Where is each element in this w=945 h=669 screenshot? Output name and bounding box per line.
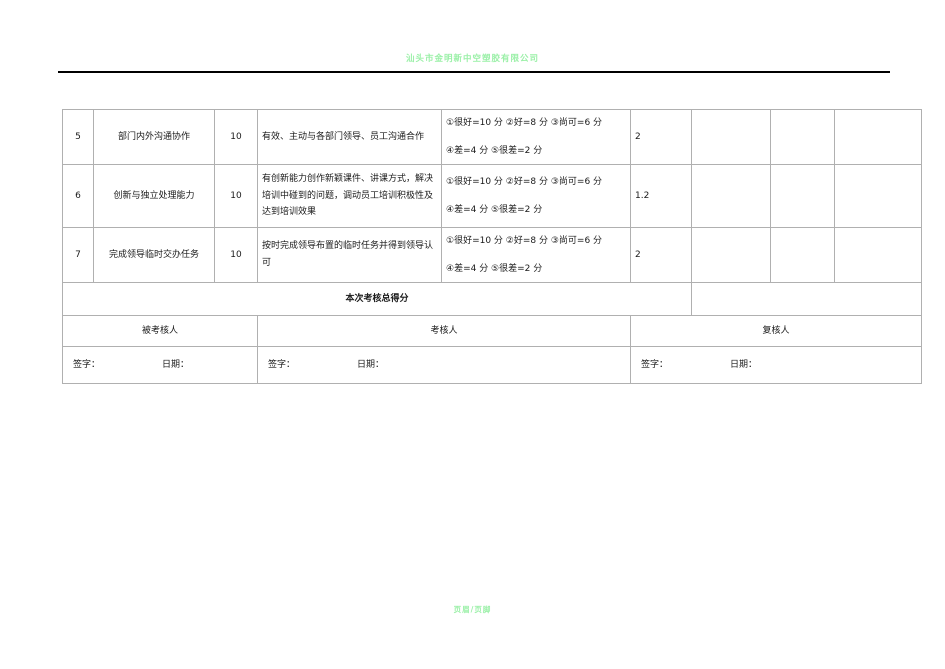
- table-row: 7 完成领导临时交办任务 10 按时完成领导布置的临时任务并得到领导认可 ①很好…: [62, 227, 922, 283]
- header-watermark: 汕头市金明新中空塑胶有限公司: [405, 54, 539, 64]
- row-description: 有创新能力创作新颖课件、讲课方式，解决培训中碰到的问题，调动员工培训积极性及达到…: [257, 164, 442, 228]
- row-blank-2[interactable]: [770, 109, 835, 165]
- date-label-appraisee: 日期：: [162, 359, 190, 370]
- scoring-standard-line-2: ④差=4 分 ⑤很差=2 分: [446, 263, 543, 274]
- row-weight: 10: [214, 109, 258, 165]
- role-title-appraisee: 被考核人: [62, 315, 258, 347]
- row-scoring-standard: ①很好=10 分 ②好=8 分 ③尚可=6 分 ④差=4 分 ⑤很差=2 分: [441, 227, 631, 283]
- row-blank-1[interactable]: [691, 164, 771, 228]
- signature-label-reviewer: 签字：: [641, 359, 669, 370]
- total-score-value[interactable]: [691, 282, 922, 316]
- role-title-appraiser: 考核人: [257, 315, 631, 347]
- row-item-name: 创新与独立处理能力: [93, 164, 215, 228]
- row-blank-3[interactable]: [834, 164, 922, 228]
- row-self-score[interactable]: 2: [630, 109, 692, 165]
- header-rule: [58, 71, 890, 73]
- scoring-standard-line-2: ④差=4 分 ⑤很差=2 分: [446, 145, 543, 156]
- signature-block-appraisee: 签字： 日期：: [62, 346, 258, 384]
- signature-label-appraisee: 签字：: [73, 359, 101, 370]
- table-row: 5 部门内外沟通协作 10 有效、主动与各部门领导、员工沟通合作 ①很好=10 …: [62, 109, 922, 165]
- scoring-standard-line-1: ①很好=10 分 ②好=8 分 ③尚可=6 分: [446, 235, 603, 246]
- total-score-row: 本次考核总得分: [62, 282, 922, 316]
- signature-fields-row: 签字： 日期： 签字： 日期： 签字： 日期：: [62, 346, 922, 384]
- row-blank-3[interactable]: [834, 109, 922, 165]
- date-label-reviewer: 日期：: [730, 359, 758, 370]
- document-page: 汕头市金明新中空塑胶有限公司 5 部门内外沟通协作 10 有效、主动与各部门领导…: [0, 0, 945, 669]
- scoring-standard-line-1: ①很好=10 分 ②好=8 分 ③尚可=6 分: [446, 117, 603, 128]
- row-scoring-standard: ①很好=10 分 ②好=8 分 ③尚可=6 分 ④差=4 分 ⑤很差=2 分: [441, 109, 631, 165]
- row-blank-2[interactable]: [770, 227, 835, 283]
- row-blank-1[interactable]: [691, 109, 771, 165]
- row-scoring-standard: ①很好=10 分 ②好=8 分 ③尚可=6 分 ④差=4 分 ⑤很差=2 分: [441, 164, 631, 228]
- footer-watermark: 页眉/页脚: [453, 605, 492, 614]
- total-score-label: 本次考核总得分: [62, 282, 692, 316]
- row-blank-2[interactable]: [770, 164, 835, 228]
- date-label-appraiser: 日期：: [357, 359, 385, 370]
- row-self-score[interactable]: 2: [630, 227, 692, 283]
- scoring-standard-line-1: ①很好=10 分 ②好=8 分 ③尚可=6 分: [446, 176, 603, 187]
- row-description: 有效、主动与各部门领导、员工沟通合作: [257, 109, 442, 165]
- signature-block-reviewer: 签字： 日期：: [630, 346, 922, 384]
- appraisal-table: 5 部门内外沟通协作 10 有效、主动与各部门领导、员工沟通合作 ①很好=10 …: [62, 109, 922, 384]
- row-blank-3[interactable]: [834, 227, 922, 283]
- row-blank-1[interactable]: [691, 227, 771, 283]
- row-weight: 10: [214, 164, 258, 228]
- signature-roles-row: 被考核人 考核人 复核人: [62, 315, 922, 347]
- signature-label-appraiser: 签字：: [268, 359, 296, 370]
- row-item-name: 完成领导临时交办任务: [93, 227, 215, 283]
- row-weight: 10: [214, 227, 258, 283]
- row-number: 7: [62, 227, 94, 283]
- row-number: 5: [62, 109, 94, 165]
- role-title-reviewer: 复核人: [630, 315, 922, 347]
- table-row: 6 创新与独立处理能力 10 有创新能力创作新颖课件、讲课方式，解决培训中碰到的…: [62, 164, 922, 228]
- scoring-standard-line-2: ④差=4 分 ⑤很差=2 分: [446, 204, 543, 215]
- row-description: 按时完成领导布置的临时任务并得到领导认可: [257, 227, 442, 283]
- row-item-name: 部门内外沟通协作: [93, 109, 215, 165]
- signature-block-appraiser: 签字： 日期：: [257, 346, 631, 384]
- row-number: 6: [62, 164, 94, 228]
- row-self-score[interactable]: 1.2: [630, 164, 692, 228]
